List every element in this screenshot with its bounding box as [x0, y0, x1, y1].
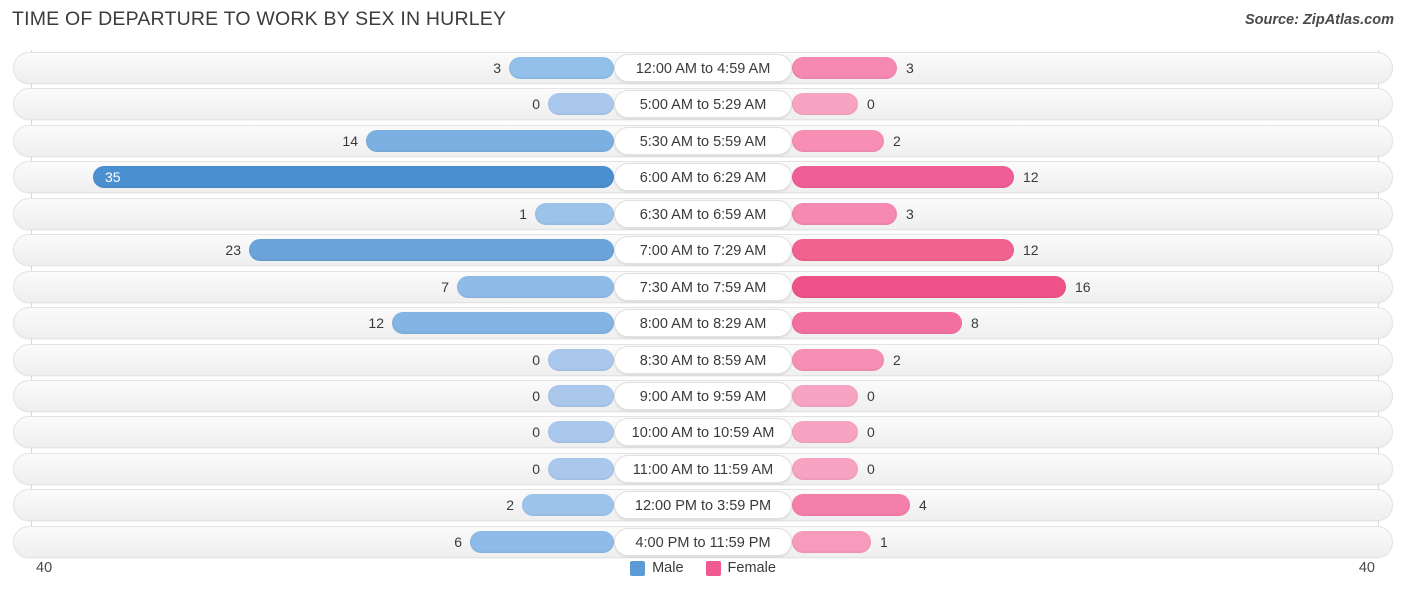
value-label-female: 0	[867, 96, 875, 113]
bar-row: 0 0 9:00 AM to 9:59 AM	[0, 378, 1406, 414]
bar-row: 14 2 5:30 AM to 5:59 AM	[0, 123, 1406, 159]
chart-footer: 40 40 Male Female	[0, 556, 1406, 594]
value-label-male: 7	[441, 278, 449, 295]
legend-item-male[interactable]: Male	[630, 560, 684, 576]
value-label-female: 12	[1023, 169, 1039, 186]
value-label-female: 0	[867, 424, 875, 441]
category-label: 12:00 PM to 3:59 PM	[614, 491, 792, 520]
chart-container: TIME OF DEPARTURE TO WORK BY SEX IN HURL…	[0, 0, 1406, 594]
value-label-male: 0	[532, 460, 540, 477]
value-label-male: 0	[532, 387, 540, 404]
value-label-male: 35	[105, 169, 121, 186]
legend-swatch-male-icon	[630, 560, 646, 576]
bar-male[interactable]	[535, 202, 614, 225]
bar-row: 3 3 12:00 AM to 4:59 AM	[0, 50, 1406, 86]
bar-female[interactable]	[792, 348, 884, 371]
value-label-female: 0	[867, 460, 875, 477]
value-label-female: 0	[867, 387, 875, 404]
bar-female[interactable]	[792, 421, 858, 444]
category-label: 9:00 AM to 9:59 AM	[614, 381, 792, 410]
bar-male[interactable]	[548, 457, 614, 480]
source-attribution: Source: ZipAtlas.com	[1244, 12, 1394, 28]
value-label-female: 3	[906, 205, 914, 222]
value-label-male: 0	[532, 96, 540, 113]
bar-row: 0 2 8:30 AM to 8:59 AM	[0, 342, 1406, 378]
bar-row: 6 1 4:00 PM to 11:59 PM	[0, 524, 1406, 560]
value-label-male: 23	[225, 242, 241, 259]
bar-female[interactable]	[792, 275, 1066, 298]
legend-swatch-female-icon	[705, 560, 721, 576]
value-label-female: 16	[1075, 278, 1091, 295]
bar-row: 0 0 5:00 AM to 5:29 AM	[0, 86, 1406, 122]
category-label: 11:00 AM to 11:59 AM	[614, 454, 792, 483]
bar-female[interactable]	[792, 530, 871, 553]
category-label: 5:00 AM to 5:29 AM	[614, 90, 792, 119]
value-label-female: 1	[880, 533, 888, 550]
bar-row: 23 12 7:00 AM to 7:29 AM	[0, 232, 1406, 268]
bar-rows: 3 3 12:00 AM to 4:59 AM 0 0 5:00 AM to 5:29 A…	[0, 50, 1406, 560]
bar-male[interactable]	[392, 312, 614, 335]
bar-male[interactable]	[548, 384, 614, 407]
category-label: 7:30 AM to 7:59 AM	[614, 272, 792, 301]
bar-row: 0 0 10:00 AM to 10:59 AM	[0, 414, 1406, 450]
bar-female[interactable]	[792, 93, 858, 116]
bar-male[interactable]	[470, 530, 614, 553]
value-label-male: 6	[454, 533, 462, 550]
bar-row: 2 4 12:00 PM to 3:59 PM	[0, 487, 1406, 523]
value-label-male: 3	[493, 60, 501, 76]
chart-header: TIME OF DEPARTURE TO WORK BY SEX IN HURL…	[0, 0, 1406, 42]
bar-row: 0 0 11:00 AM to 11:59 AM	[0, 451, 1406, 487]
bar-male[interactable]	[548, 421, 614, 444]
value-label-male: 1	[519, 205, 527, 222]
value-label-male: 2	[506, 497, 514, 514]
bar-female[interactable]	[792, 129, 884, 152]
bar-male[interactable]	[509, 57, 614, 79]
chart-legend: Male Female	[0, 560, 1406, 576]
category-label: 10:00 AM to 10:59 AM	[614, 418, 792, 447]
value-label-female: 8	[971, 315, 979, 332]
page-title: TIME OF DEPARTURE TO WORK BY SEX IN HURL…	[12, 8, 507, 30]
bar-male[interactable]	[249, 239, 614, 262]
category-label: 7:00 AM to 7:29 AM	[614, 236, 792, 265]
bar-female[interactable]	[792, 166, 1014, 189]
legend-label-female: Female	[727, 560, 776, 576]
value-label-female: 3	[906, 60, 914, 76]
value-label-female: 12	[1023, 242, 1039, 259]
value-label-female: 4	[919, 497, 927, 514]
bar-female[interactable]	[792, 384, 858, 407]
bar-row: 1 3 6:30 AM to 6:59 AM	[0, 196, 1406, 232]
value-label-male: 14	[342, 132, 358, 149]
category-label: 6:00 AM to 6:29 AM	[614, 163, 792, 192]
value-label-female: 2	[893, 351, 901, 368]
value-label-female: 2	[893, 132, 901, 149]
category-label: 6:30 AM to 6:59 AM	[614, 199, 792, 228]
bar-male[interactable]	[522, 494, 614, 517]
bar-female[interactable]	[792, 239, 1014, 262]
category-label: 8:30 AM to 8:59 AM	[614, 345, 792, 374]
bar-row: 7 16 7:30 AM to 7:59 AM	[0, 269, 1406, 305]
bar-male[interactable]	[457, 275, 614, 298]
category-label: 4:00 PM to 11:59 PM	[614, 527, 792, 556]
value-label-male: 0	[532, 351, 540, 368]
bar-male[interactable]	[548, 93, 614, 116]
category-label: 8:00 AM to 8:29 AM	[614, 309, 792, 338]
legend-label-male: Male	[652, 560, 684, 576]
bar-male[interactable]	[93, 166, 614, 189]
value-label-male: 12	[368, 315, 384, 332]
bar-row: 35 12 6:00 AM to 6:29 AM	[0, 159, 1406, 195]
bar-female[interactable]	[792, 312, 962, 335]
bar-female[interactable]	[792, 494, 910, 517]
bar-male[interactable]	[548, 348, 614, 371]
bar-female[interactable]	[792, 202, 897, 225]
bar-female[interactable]	[792, 457, 858, 480]
plot-area: 3 3 12:00 AM to 4:59 AM 0 0 5:00 AM to 5:29 A…	[0, 50, 1406, 558]
legend-item-female[interactable]: Female	[705, 560, 776, 576]
category-label: 5:30 AM to 5:59 AM	[614, 126, 792, 155]
bar-row: 12 8 8:00 AM to 8:29 AM	[0, 305, 1406, 341]
bar-male[interactable]	[366, 129, 614, 152]
bar-female[interactable]	[792, 57, 897, 79]
value-label-male: 0	[532, 424, 540, 441]
category-label: 12:00 AM to 4:59 AM	[614, 54, 792, 82]
